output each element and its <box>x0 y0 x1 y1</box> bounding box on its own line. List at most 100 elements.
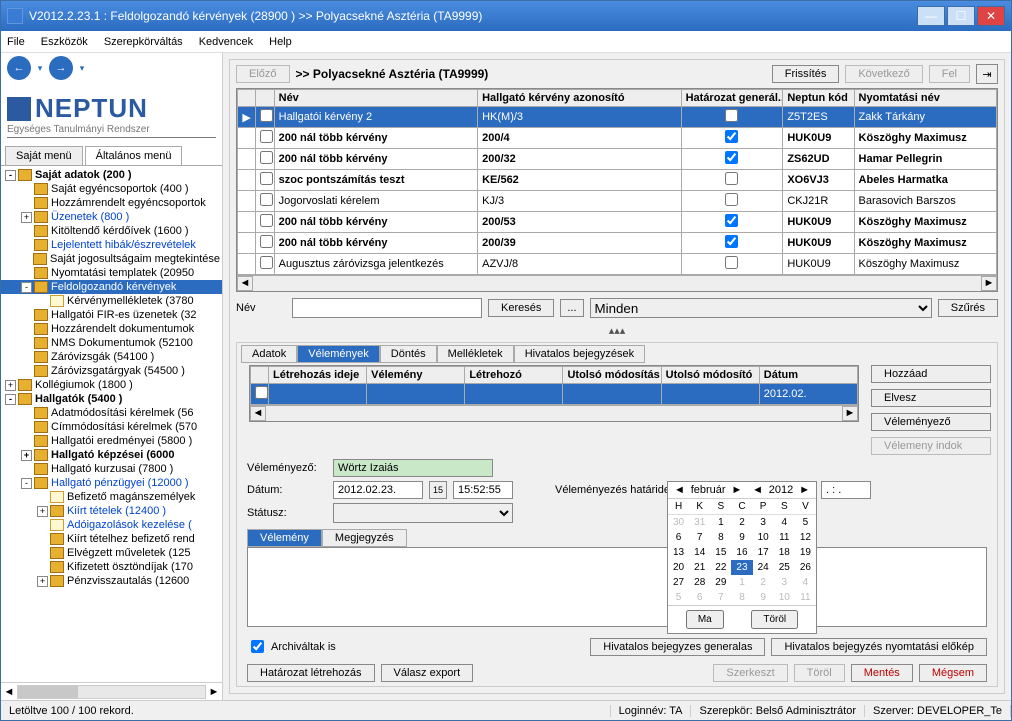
row-marker[interactable] <box>238 212 256 233</box>
search-input[interactable] <box>292 298 482 318</box>
save-button[interactable]: Mentés <box>851 664 913 682</box>
nav-fwd-button[interactable]: → <box>49 56 73 80</box>
cal-day[interactable]: 11 <box>774 530 795 545</box>
cal-day[interactable]: 7 <box>710 590 731 605</box>
cal-day[interactable]: 10 <box>753 530 774 545</box>
tree[interactable]: -Saját adatok (200 )Saját egyéncsoportok… <box>1 165 222 682</box>
cal-day[interactable]: 13 <box>668 545 689 560</box>
cal-year[interactable]: 2012 <box>769 484 793 496</box>
cal-prev-month[interactable]: ◄ <box>670 484 689 496</box>
row-checkbox[interactable] <box>260 235 273 248</box>
status-select[interactable] <box>333 503 513 523</box>
decision-create-button[interactable]: Határozat létrehozás <box>247 664 375 682</box>
official-preview-button[interactable]: Hivatalos bejegyzés nyomtatási előkép <box>771 638 987 656</box>
table-row[interactable]: 200 nál több kérvény200/53HUK0U9Köszöghy… <box>238 212 997 233</box>
cal-day[interactable]: 1 <box>731 575 752 590</box>
cell-check[interactable] <box>725 151 738 164</box>
cal-next-month[interactable]: ► <box>727 484 746 496</box>
inner-tab-opinion[interactable]: Vélemény <box>247 529 322 547</box>
tree-item[interactable]: -Saját adatok (200 ) <box>1 168 222 182</box>
menu-role[interactable]: Szerepkörváltás <box>104 36 183 48</box>
menu-file[interactable]: File <box>7 36 25 48</box>
filter-button[interactable]: Szűrés <box>938 299 998 317</box>
table-row[interactable]: 2012.02. <box>251 384 858 405</box>
cal-day[interactable]: 6 <box>668 530 689 545</box>
cal-month[interactable]: február <box>691 484 726 496</box>
cal-day[interactable]: 15 <box>710 545 731 560</box>
tree-item[interactable]: Hallgatói FIR-es üzenetek (32 <box>1 308 222 322</box>
opinions-grid[interactable]: Létrehozás idejeVéleményLétrehozóUtolsó … <box>249 365 859 422</box>
cal-day[interactable]: 30 <box>668 515 689 530</box>
answer-export-button[interactable]: Válasz export <box>381 664 474 682</box>
prev-button[interactable]: Előző <box>236 65 290 83</box>
tree-item[interactable]: Kifizetett ösztöndíjak (170 <box>1 560 222 574</box>
cal-day[interactable]: 27 <box>668 575 689 590</box>
menu-tools[interactable]: Eszközök <box>41 36 88 48</box>
table-row[interactable]: Augusztus záróvizsga jelentkezésAZVJ/8HU… <box>238 254 997 275</box>
subtab[interactable]: Vélemények <box>297 345 380 363</box>
expand-icon[interactable]: + <box>5 380 16 391</box>
expand-icon[interactable]: + <box>37 576 48 587</box>
expand-icon[interactable]: - <box>5 394 16 405</box>
cal-clear-button[interactable]: Töröl <box>751 610 798 629</box>
tree-item[interactable]: -Feldolgozandó kérvények <box>1 280 222 294</box>
tree-item[interactable]: Lejelentett hibák/észrevételek <box>1 238 222 252</box>
tree-item[interactable]: Hallgató kurzusai (7800 ) <box>1 462 222 476</box>
cal-prev-year[interactable]: ◄ <box>748 484 767 496</box>
cal-day[interactable]: 5 <box>668 590 689 605</box>
tree-item[interactable]: Kiírt tételhez befizető rend <box>1 532 222 546</box>
close-button[interactable]: ✕ <box>977 6 1005 26</box>
table-row[interactable]: Jogorvoslati kérelemKJ/3CKJ21RBarasovich… <box>238 191 997 212</box>
row-marker[interactable] <box>238 191 256 212</box>
row-checkbox[interactable] <box>260 214 273 227</box>
cal-day[interactable]: 8 <box>731 590 752 605</box>
subtab[interactable]: Mellékletek <box>437 345 514 363</box>
refresh-button[interactable]: Frissítés <box>772 65 840 83</box>
date-field[interactable]: 2012.02.23. <box>333 481 423 499</box>
reviewer-button[interactable]: Véleményező <box>871 413 991 431</box>
inner-tab-note[interactable]: Megjegyzés <box>322 529 407 547</box>
row-checkbox[interactable] <box>260 172 273 185</box>
cal-day[interactable]: 4 <box>774 515 795 530</box>
up-button[interactable]: Fel <box>929 65 970 83</box>
cell-check[interactable] <box>725 172 738 185</box>
tree-item[interactable]: +Üzenetek (800 ) <box>1 210 222 224</box>
table-row[interactable]: 200 nál több kérvény200/39HUK0U9Köszöghy… <box>238 233 997 254</box>
add-button[interactable]: Hozzáad <box>871 365 991 383</box>
calendar-icon[interactable]: 15 <box>429 481 447 499</box>
tree-item[interactable]: Nyomtatási templatek (20950 <box>1 266 222 280</box>
cell-check[interactable] <box>725 235 738 248</box>
row-checkbox[interactable] <box>260 130 273 143</box>
delete-button[interactable]: Töröl <box>794 664 845 682</box>
subtab[interactable]: Hivatalos bejegyzések <box>514 345 645 363</box>
remove-button[interactable]: Elvesz <box>871 389 991 407</box>
nav-back-drop[interactable]: ▾ <box>33 61 47 75</box>
cal-day[interactable]: 24 <box>753 560 774 575</box>
row-marker[interactable] <box>238 149 256 170</box>
search-scope-select[interactable]: Minden <box>590 298 932 318</box>
expand-icon[interactable]: - <box>21 282 32 293</box>
cal-day[interactable]: 9 <box>731 530 752 545</box>
cal-day[interactable]: 10 <box>774 590 795 605</box>
subgrid-scroll-left[interactable]: ◄ <box>250 406 266 421</box>
tree-item[interactable]: Hozzámrendelt egyéncsoportok <box>1 196 222 210</box>
tree-item[interactable]: +Kiírt tételek (12400 ) <box>1 504 222 518</box>
main-grid[interactable]: NévHallgató kérvény azonosítóHatározat g… <box>236 88 998 292</box>
nav-back-button[interactable]: ← <box>7 56 31 80</box>
scroll-right-icon[interactable]: ► <box>206 686 222 698</box>
tree-item[interactable]: +Hallgató képzései (6000 <box>1 448 222 462</box>
search-button[interactable]: Keresés <box>488 299 554 317</box>
calendar-popup[interactable]: ◄ február ► ◄ 2012 ► HKSCPSV303112345678… <box>667 481 817 634</box>
collapse-icon[interactable]: ▴▴▴ <box>230 324 1004 336</box>
grid-scroll-right[interactable]: ► <box>981 276 997 291</box>
cal-day[interactable]: 14 <box>689 545 710 560</box>
cal-day[interactable]: 2 <box>731 515 752 530</box>
cal-day[interactable]: 31 <box>689 515 710 530</box>
cal-day[interactable]: 19 <box>795 545 816 560</box>
table-row[interactable]: ▶Hallgatói kérvény 2HK(M)/3Z5T2ESZakk Tá… <box>238 107 997 128</box>
menu-fav[interactable]: Kedvencek <box>199 36 253 48</box>
table-row[interactable]: 200 nál több kérvény200/32ZS62UDHamar Pe… <box>238 149 997 170</box>
sidebar-tab-own[interactable]: Saját menü <box>5 146 83 165</box>
tree-item[interactable]: Kérvénymellékletek (3780 <box>1 294 222 308</box>
cal-day[interactable]: 29 <box>710 575 731 590</box>
